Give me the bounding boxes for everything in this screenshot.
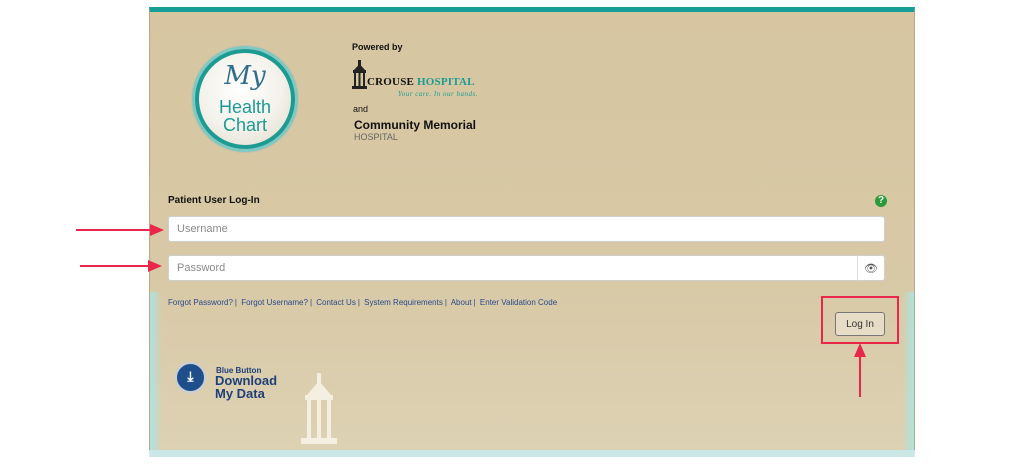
blue-button-label-3: My Data bbox=[215, 386, 265, 401]
link-contact-us[interactable]: Contact Us bbox=[316, 298, 356, 307]
logo-chart: Chart bbox=[222, 115, 267, 135]
crouse-tagline: Your care. In our hands. bbox=[398, 90, 478, 98]
crouse-hospital-name: CROUSE HOSPITAL bbox=[367, 76, 475, 88]
arrow-up-icon bbox=[854, 343, 866, 397]
link-about[interactable]: About bbox=[451, 298, 472, 307]
panel-glow-right bbox=[902, 292, 914, 457]
login-panel: My Health Chart Powered by CROUSE HOSPIT… bbox=[149, 7, 915, 457]
logo-my: My bbox=[224, 61, 266, 91]
link-separator: | bbox=[357, 298, 360, 307]
link-forgot-username[interactable]: Forgot Username? bbox=[241, 298, 308, 307]
link-enter-validation-code[interactable]: Enter Validation Code bbox=[480, 298, 557, 307]
download-icon: ⤓ bbox=[175, 362, 206, 393]
link-separator: | bbox=[444, 298, 447, 307]
form-title: Patient User Log-In bbox=[168, 195, 260, 206]
panel-bottom-border bbox=[149, 450, 915, 457]
show-password-button[interactable]: 👁 bbox=[857, 255, 885, 281]
link-separator: | bbox=[309, 298, 313, 307]
and-label: and bbox=[353, 104, 369, 114]
crouse-watermark-icon bbox=[301, 373, 337, 444]
eye-icon: 👁 bbox=[864, 262, 878, 275]
help-links: Forgot Password? | Forgot Username? | Cont… bbox=[168, 298, 557, 307]
community-memorial-sub: HOSPITAL bbox=[354, 132, 398, 142]
arrow-right-icon bbox=[80, 260, 162, 272]
link-separator: | bbox=[473, 298, 476, 307]
link-forgot-password[interactable]: Forgot Password? bbox=[168, 298, 233, 307]
community-memorial-name: Community Memorial bbox=[354, 118, 477, 132]
crouse-name-part2: HOSPITAL bbox=[417, 76, 475, 88]
link-separator: | bbox=[234, 298, 237, 307]
login-highlight-box bbox=[821, 296, 899, 344]
help-icon[interactable]: ? bbox=[875, 195, 887, 207]
myhealthchart-logo: My Health Chart bbox=[195, 49, 295, 149]
link-system-requirements[interactable]: System Requirements bbox=[364, 298, 443, 307]
password-input[interactable] bbox=[168, 255, 858, 281]
crouse-building-icon bbox=[352, 60, 367, 89]
powered-by-label: Powered by bbox=[352, 42, 403, 52]
crouse-name-part1: CROUSE bbox=[367, 76, 415, 88]
username-input[interactable] bbox=[168, 216, 885, 242]
arrow-right-icon bbox=[76, 224, 164, 236]
panel-glow-left bbox=[150, 292, 162, 457]
